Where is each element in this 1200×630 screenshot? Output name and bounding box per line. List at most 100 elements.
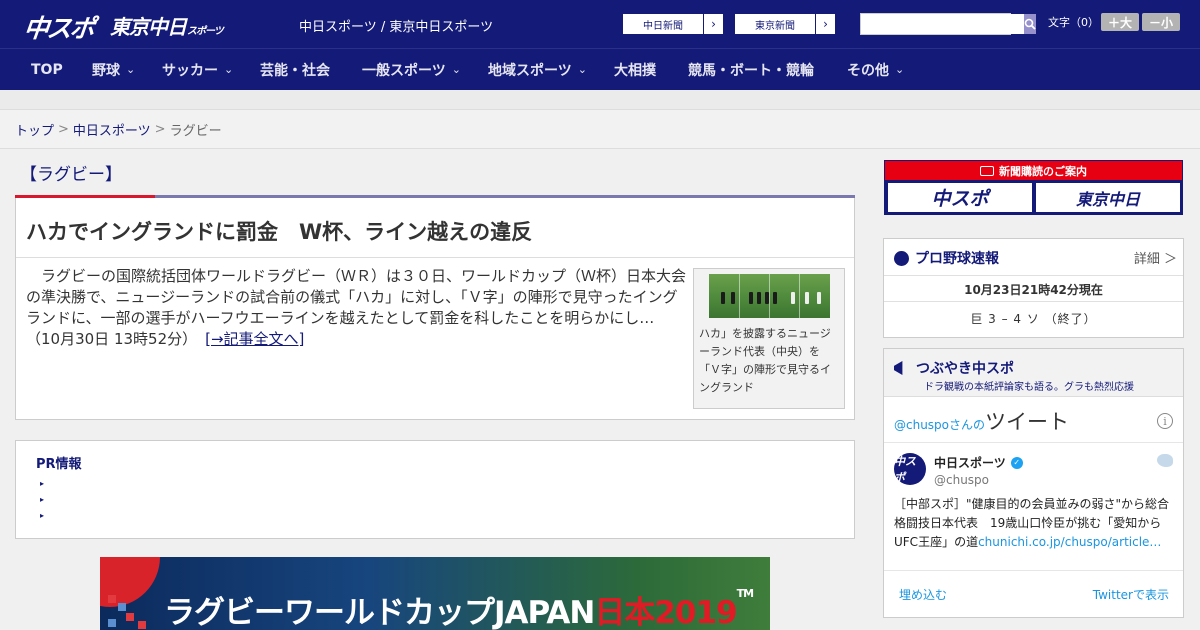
nav-item-local-sports[interactable]: 地域スポーツ ⌄ — [488, 49, 587, 90]
search-button[interactable] — [1024, 14, 1036, 34]
photo-player — [721, 292, 725, 304]
tweet-author-name: 中日スポーツ — [934, 456, 1006, 470]
article-title[interactable]: ハカでイングランドに罰金 W杯、ライン越えの違反 — [26, 216, 532, 246]
chuspo-logo[interactable]: 中スポ — [22, 9, 95, 45]
nav-label: 大相撲 — [614, 62, 656, 79]
breadcrumb-chunichi-sports[interactable]: 中日スポーツ — [73, 120, 151, 139]
nav-item-entertainment[interactable]: 芸能・社会 — [260, 49, 330, 90]
tokyo-shimbun-link[interactable]: 東京新聞 › — [734, 13, 836, 35]
photo-player — [749, 292, 753, 304]
pr-bullet-icon: ▸ — [40, 479, 45, 488]
nav-label: 競馬・ボート・競輪 — [688, 62, 814, 79]
photo-line — [739, 274, 740, 318]
read-full-article-link[interactable]: [→記事全文へ] — [205, 330, 304, 348]
header-band — [0, 90, 1200, 110]
photo-player — [805, 292, 809, 304]
subscribe-tokyo-chunichi-button[interactable]: 東京中日 — [1036, 183, 1180, 212]
divider — [884, 442, 1183, 443]
breadcrumb-top[interactable]: トップ — [15, 120, 54, 139]
tweet-author[interactable]: 中日スポーツ ✓ — [934, 454, 1023, 471]
nav-item-other[interactable]: その他 ⌄ — [847, 49, 904, 90]
tweets-by-handle[interactable]: @chuspoさんのツイート — [894, 406, 1069, 436]
search-form — [860, 13, 1036, 35]
chevron-down-icon: ⌄ — [224, 63, 234, 76]
banner-pixel — [138, 621, 146, 629]
photo-player — [731, 292, 735, 304]
embed-link[interactable]: 埋め込む — [899, 586, 947, 603]
baseball-score[interactable]: 巨 3 – 4 ソ （終了） — [884, 310, 1183, 327]
photo-player — [791, 292, 795, 304]
subscription-box: 新聞購読のご案内 中スポ 東京中日 — [884, 160, 1183, 215]
banner-pixel — [108, 595, 116, 603]
chunichi-shimbun-link[interactable]: 中日新聞 › — [622, 13, 724, 35]
banner-pixel — [118, 603, 126, 611]
subscribe-chuspo-button[interactable]: 中スポ — [888, 183, 1032, 212]
ext-link-label: 東京新聞 — [735, 14, 816, 34]
tweet-account[interactable]: @chuspo — [934, 473, 989, 487]
tokyo-chunichi-logo[interactable]: 東京中日スポーツ — [110, 11, 224, 40]
photo-player — [773, 292, 777, 304]
top-header: 中スポ 東京中日スポーツ 中日スポーツ / 東京中日スポーツ 中日新聞 › 東京… — [0, 0, 1200, 48]
tweet-text: ［中部スポ］"健康目的の会員並みの弱さ"から総合格闘技日本代表 19歳山口怜臣が… — [894, 495, 1176, 552]
search-icon — [1024, 18, 1036, 30]
category-heading: 【ラグビー】 — [20, 165, 122, 185]
nav-item-general-sports[interactable]: 一般スポーツ ⌄ — [362, 49, 461, 90]
nav-label: TOP — [31, 61, 63, 78]
divider — [884, 301, 1183, 302]
twitter-widget-header: つぶやき中スポ ドラ観戦の本紙評論家も語る。グラも熱烈応援 — [884, 349, 1183, 397]
font-increase-button[interactable]: ＋大 — [1101, 13, 1139, 31]
breadcrumb-separator: > — [58, 121, 69, 137]
photo-line — [799, 274, 800, 318]
baseball-detail-link[interactable]: 詳細 ＞ — [1134, 248, 1177, 267]
baseball-title: プロ野球速報 — [894, 248, 999, 268]
twitter-widget-title: つぶやき中スポ — [894, 358, 1014, 378]
banner-tm: TM — [736, 587, 754, 600]
divider — [16, 257, 854, 258]
nav-item-top[interactable]: TOP — [31, 49, 63, 90]
nav-item-racing[interactable]: 競馬・ボート・競輪 — [688, 49, 814, 90]
banner-pixel — [126, 613, 134, 621]
photo-player — [765, 292, 769, 304]
chevron-down-icon: ⌄ — [451, 63, 461, 76]
twitter-bird-icon[interactable] — [1157, 454, 1173, 467]
banner-title-red: 日本2019 — [594, 595, 737, 630]
tokyo-logo-sub: スポーツ — [187, 26, 224, 37]
pro-baseball-box: プロ野球速報 詳細 ＞ 10月23日21時42分現在 巨 3 – 4 ソ （終了… — [883, 238, 1184, 338]
nav-item-sumo[interactable]: 大相撲 — [614, 49, 656, 90]
chevron-right-icon: › — [711, 17, 716, 31]
divider — [884, 275, 1183, 276]
breadcrumb-current: ラグビー — [169, 123, 222, 139]
rugby-world-cup-banner[interactable]: ラグビーワールドカップJAPAN日本2019TM — [100, 557, 770, 630]
font-decrease-button[interactable]: －小 — [1142, 13, 1180, 31]
baseball-update-time: 10月23日21時42分現在 — [964, 283, 1103, 297]
article-photo[interactable] — [709, 274, 830, 318]
banner-title: ラグビーワールドカップJAPAN — [164, 595, 595, 630]
font-size-label: 文字（0） — [1048, 16, 1099, 29]
banner-pixel — [108, 619, 116, 627]
info-icon[interactable]: i — [1157, 413, 1173, 429]
baseball-title-label: プロ野球速報 — [915, 251, 999, 267]
article-photo-box: ハカ」を披露するニュージーランド代表（中央）を「Ｖ字」の陣形で見守るイングランド — [693, 268, 845, 409]
ext-link-label: 中日新聞 — [623, 14, 704, 34]
photo-caption: ハカ」を披露するニュージーランド代表（中央）を「Ｖ字」の陣形で見守るイングランド — [699, 327, 831, 394]
baseball-icon — [894, 250, 909, 266]
nav-label: その他 — [847, 62, 889, 79]
twitter-widget-title-label: つぶやき中スポ — [916, 361, 1014, 377]
search-input[interactable] — [861, 14, 1024, 34]
photo-line — [769, 274, 770, 318]
nav-item-soccer[interactable]: サッカー ⌄ — [162, 49, 233, 90]
photo-player — [757, 292, 761, 304]
breadcrumb: トップ > 中日スポーツ > ラグビー — [0, 110, 1200, 149]
pr-section: PR情報 ▸ ▸ ▸ — [15, 440, 855, 539]
site-title: 中日スポーツ / 東京中日スポーツ — [299, 20, 494, 35]
nav-item-baseball[interactable]: 野球 ⌄ — [92, 49, 135, 90]
nav-label: サッカー — [162, 62, 218, 79]
chevron-down-icon: ⌄ — [126, 63, 136, 76]
subscription-heading: 新聞購読のご案内 — [885, 161, 1182, 180]
avatar[interactable]: 中スポ — [894, 453, 926, 485]
nav-label: 芸能・社会 — [260, 62, 330, 79]
tweet-link[interactable]: chunichi.co.jp/chuspo/article… — [978, 535, 1161, 549]
newspaper-icon — [980, 165, 994, 176]
view-on-twitter-link[interactable]: Twitterで表示 — [1093, 586, 1169, 603]
chevron-down-icon: ⌄ — [895, 63, 905, 76]
